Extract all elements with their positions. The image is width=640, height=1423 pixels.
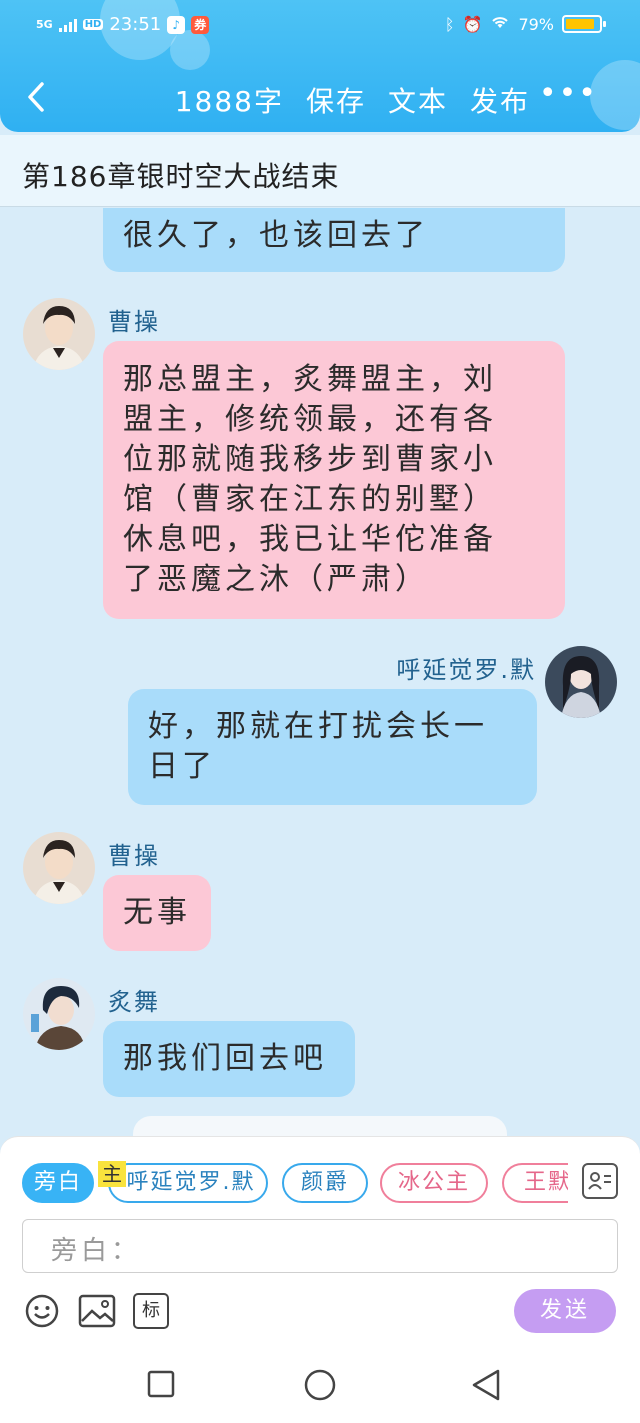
message-line: 休息吧，我已让华佗准备 xyxy=(123,522,497,557)
top-bar: 5G HD 23:51 ♪ 券 ᛒ ⏰ 79% 1888字 保存 文本 发布 •… xyxy=(0,0,640,132)
message-text: 那我们回去吧 xyxy=(123,1041,327,1076)
role-chip-narrator[interactable]: 旁白 xyxy=(22,1163,94,1203)
message-bubble[interactable]: 无事 xyxy=(103,875,211,951)
publish-button[interactable]: 发布 xyxy=(470,80,530,120)
image-icon[interactable] xyxy=(78,1293,116,1329)
main-character-tag: 主 xyxy=(98,1161,126,1187)
speaker-name: 曹操 xyxy=(108,308,160,336)
avatar[interactable] xyxy=(545,646,617,718)
chat-area[interactable]: 很久了，也该回去了 曹操 那总盟主，炙舞盟主，刘 盟主，修统领最，还有各 位那就… xyxy=(0,208,640,1136)
send-button[interactable]: 发送 xyxy=(514,1289,616,1333)
role-chip-huyan[interactable]: 呼延觉罗.默 xyxy=(108,1163,268,1203)
speaker-name: 炙舞 xyxy=(108,988,160,1016)
home-icon[interactable] xyxy=(303,1368,337,1406)
role-chip-bing[interactable]: 冰公主 xyxy=(380,1163,488,1203)
battery-icon xyxy=(562,15,606,33)
message-line: 日了 xyxy=(148,749,216,784)
message-bubble[interactable]: 很久了，也该回去了 xyxy=(103,208,565,272)
word-count: 1888字 xyxy=(174,85,284,118)
signal-icon xyxy=(58,18,77,32)
narration-card[interactable] xyxy=(133,1116,507,1136)
role-chip-yanjue[interactable]: 颜爵 xyxy=(282,1163,368,1203)
message-bubble[interactable]: 好，那就在打扰会长一 日了 xyxy=(128,689,537,805)
message-line: 馆（曹家在江东的别墅） xyxy=(123,482,497,517)
clock: 23:51 xyxy=(109,14,162,35)
message-line: 盟主，修统领最，还有各 xyxy=(123,402,497,437)
alarm-icon: ⏰ xyxy=(462,14,483,34)
emoji-icon[interactable] xyxy=(24,1293,60,1329)
tiktok-notification-icon: ♪ xyxy=(167,15,186,34)
message-bubble[interactable]: 那总盟主，炙舞盟主，刘 盟主，修统领最，还有各 位那就随我移步到曹家小 馆（曹家… xyxy=(103,341,565,619)
chapter-title[interactable]: 第186章银时空大战结束 xyxy=(0,135,640,207)
message-line: 那总盟主，炙舞盟主，刘 xyxy=(123,362,497,397)
wifi-icon xyxy=(490,14,510,34)
speaker-name: 曹操 xyxy=(108,842,160,870)
save-button[interactable]: 保存 xyxy=(306,80,366,120)
hd-badge: HD xyxy=(82,19,104,30)
message-line: 位那就随我移步到曹家小 xyxy=(123,442,497,477)
avatar[interactable] xyxy=(23,298,95,370)
text-button[interactable]: 文本 xyxy=(388,80,448,120)
status-bar: 5G HD 23:51 ♪ 券 ᛒ ⏰ 79% xyxy=(0,10,640,40)
message-line: 了恶魔之沐（严肃） xyxy=(123,562,429,597)
back-arrow-icon[interactable] xyxy=(20,80,54,114)
more-options-icon[interactable]: ••• xyxy=(539,79,598,109)
header-nav: 1888字 保存 文本 发布 ••• xyxy=(0,74,640,126)
role-chip-wangmo[interactable]: 王默 xyxy=(502,1163,568,1203)
message-text: 无事 xyxy=(123,895,191,930)
message-line: 好，那就在打扰会长一 xyxy=(148,709,488,744)
network-label: 5G xyxy=(36,18,53,31)
system-nav-bar xyxy=(0,1350,640,1423)
app-notification-icon: 券 xyxy=(191,15,210,34)
bluetooth-icon: ᛒ xyxy=(444,14,455,34)
message-text: 很久了，也该回去了 xyxy=(123,218,429,253)
message-bubble[interactable]: 那我们回去吧 xyxy=(103,1021,355,1097)
role-manage-icon[interactable] xyxy=(582,1163,618,1199)
tag-button[interactable]: 标 xyxy=(133,1293,169,1329)
battery-percent: 79% xyxy=(518,14,554,34)
avatar[interactable] xyxy=(23,978,95,1050)
avatar[interactable] xyxy=(23,832,95,904)
input-panel: 旁白 呼延觉罗.默 颜爵 冰公主 王默 主 旁白： 标 发送 xyxy=(0,1136,640,1350)
recents-icon[interactable] xyxy=(147,1370,175,1402)
speaker-name: 呼延觉罗.默 xyxy=(396,656,536,684)
back-icon[interactable] xyxy=(470,1368,502,1406)
message-input[interactable]: 旁白： xyxy=(22,1219,618,1273)
